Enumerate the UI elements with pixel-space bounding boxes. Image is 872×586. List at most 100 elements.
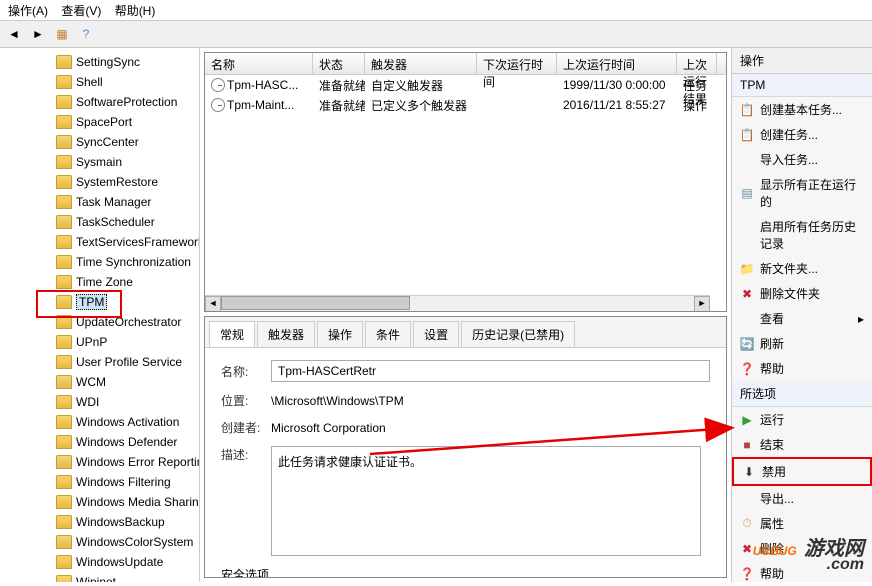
action-item[interactable]: 📋创建任务... xyxy=(732,122,872,147)
tree-item[interactable]: WindowsBackup xyxy=(0,512,199,532)
field-desc[interactable]: 此任务请求健康认证证书。 xyxy=(271,446,701,556)
nav-forward-icon[interactable]: ► xyxy=(28,24,48,44)
col-next[interactable]: 下次运行时间 xyxy=(477,53,557,74)
action-item[interactable]: 📁新文件夹... xyxy=(732,256,872,281)
col-last[interactable]: 上次运行时间 xyxy=(557,53,677,74)
tree-label: TPM xyxy=(76,294,107,310)
field-name[interactable] xyxy=(271,360,710,382)
nav-back-icon[interactable]: ◄ xyxy=(4,24,24,44)
tree-item[interactable]: WCM xyxy=(0,372,199,392)
tree-label: SoftwareProtection xyxy=(76,95,177,109)
action-item[interactable]: ✖删除 xyxy=(732,536,872,561)
col-status[interactable]: 状态 xyxy=(313,53,365,74)
tree-item[interactable]: Windows Defender xyxy=(0,432,199,452)
col-name[interactable]: 名称 xyxy=(205,53,313,74)
col-trigger[interactable]: 触发器 xyxy=(365,53,477,74)
tree-label: UPnP xyxy=(76,335,107,349)
tree-item[interactable]: Windows Media Sharing xyxy=(0,492,199,512)
tree-label: TaskScheduler xyxy=(76,215,155,229)
tree-item[interactable]: WindowsUpdate xyxy=(0,552,199,572)
tree-item[interactable]: Time Zone xyxy=(0,272,199,292)
task-detail: 常规触发器操作条件设置历史记录(已禁用) 名称: 位置: \Microsoft\… xyxy=(204,316,727,578)
action-item[interactable]: 📋创建基本任务... xyxy=(732,97,872,122)
tree-item[interactable]: TextServicesFramework xyxy=(0,232,199,252)
action-icon: ■ xyxy=(740,438,754,452)
tab[interactable]: 操作 xyxy=(317,321,363,347)
tree-item[interactable]: Time Synchronization xyxy=(0,252,199,272)
action-icon xyxy=(740,153,754,167)
tree-item[interactable]: SyncCenter xyxy=(0,132,199,152)
action-item[interactable]: ⏱属性 xyxy=(732,511,872,536)
action-label: 删除文件夹 xyxy=(760,285,820,302)
action-item[interactable]: 导出... xyxy=(732,486,872,511)
task-row[interactable]: Tpm-Maint...准备就绪已定义多个触发器2016/11/21 8:55:… xyxy=(205,95,726,115)
properties-icon[interactable]: ▦ xyxy=(52,24,72,44)
action-item[interactable]: ❓帮助 xyxy=(732,356,872,381)
tree-item[interactable]: SettingSync xyxy=(0,52,199,72)
tree-item[interactable]: User Profile Service xyxy=(0,352,199,372)
action-item[interactable]: 导入任务... xyxy=(732,147,872,172)
tab[interactable]: 条件 xyxy=(365,321,411,347)
task-row[interactable]: Tpm-HASC...准备就绪自定义触发器1999/11/30 0:00:00任… xyxy=(205,75,726,95)
tree-item[interactable]: Shell xyxy=(0,72,199,92)
scroll-right-icon[interactable]: ► xyxy=(694,296,710,312)
action-label: 显示所有正在运行的 xyxy=(760,176,864,210)
tree-label: Time Synchronization xyxy=(76,255,191,269)
tab[interactable]: 触发器 xyxy=(257,321,315,347)
tree-item[interactable]: WindowsColorSystem xyxy=(0,532,199,552)
tab[interactable]: 常规 xyxy=(209,321,255,347)
tab[interactable]: 历史记录(已禁用) xyxy=(461,321,575,347)
tree-item[interactable]: WDI xyxy=(0,392,199,412)
tab[interactable]: 设置 xyxy=(413,321,459,347)
folder-icon xyxy=(56,315,72,329)
folder-icon xyxy=(56,195,72,209)
tree-item[interactable]: TPM xyxy=(0,292,199,312)
action-icon: ⏱ xyxy=(740,517,754,531)
tree-item[interactable]: UPnP xyxy=(0,332,199,352)
help-icon[interactable]: ? xyxy=(76,24,96,44)
action-item[interactable]: ✖删除文件夹 xyxy=(732,281,872,306)
tree-label: User Profile Service xyxy=(76,355,182,369)
action-icon: ⬇ xyxy=(742,465,756,479)
tree-item[interactable]: SpacePort xyxy=(0,112,199,132)
action-item[interactable]: 🔄刷新 xyxy=(732,331,872,356)
menu-bar: 操作(A) 查看(V) 帮助(H) xyxy=(0,0,872,20)
tree-item[interactable]: Task Manager xyxy=(0,192,199,212)
scrollbar-horizontal[interactable]: ◄ ► xyxy=(205,295,710,311)
folder-icon xyxy=(56,415,72,429)
tree-label: Windows Error Reporting xyxy=(76,455,200,469)
menu-action[interactable]: 操作(A) xyxy=(8,4,48,18)
folder-tree[interactable]: SettingSyncShell SoftwareProtection SpaceP… xyxy=(0,48,200,582)
tree-item[interactable]: Windows Activation xyxy=(0,412,199,432)
tree-item[interactable]: Sysmain xyxy=(0,152,199,172)
folder-icon xyxy=(56,175,72,189)
action-item[interactable]: 查看▸ xyxy=(732,306,872,331)
action-item[interactable]: 启用所有任务历史记录 xyxy=(732,214,872,256)
tree-item[interactable]: Windows Filtering xyxy=(0,472,199,492)
menu-view[interactable]: 查看(V) xyxy=(61,4,101,18)
tree-item[interactable]: Wininet xyxy=(0,572,199,582)
action-item[interactable]: ▶运行 xyxy=(732,407,872,432)
tree-item[interactable]: UpdateOrchestrator xyxy=(0,312,199,332)
action-label: 查看 xyxy=(760,310,784,327)
task-list[interactable]: 名称 状态 触发器 下次运行时间 上次运行时间 上次运行结果 Tpm-HASC.… xyxy=(204,52,727,312)
action-item[interactable]: ❓帮助 xyxy=(732,561,872,586)
scroll-thumb[interactable] xyxy=(221,296,410,310)
tree-item[interactable]: SystemRestore xyxy=(0,172,199,192)
col-result[interactable]: 上次运行结果 xyxy=(677,53,717,74)
tree-item[interactable]: TaskScheduler xyxy=(0,212,199,232)
action-label: 新文件夹... xyxy=(760,260,818,277)
action-item[interactable]: ▤显示所有正在运行的 xyxy=(732,172,872,214)
menu-help[interactable]: 帮助(H) xyxy=(115,4,156,18)
folder-icon xyxy=(56,375,72,389)
folder-icon xyxy=(56,155,72,169)
action-label: 导出... xyxy=(760,490,794,507)
folder-icon xyxy=(56,255,72,269)
action-icon: ❓ xyxy=(740,362,754,376)
action-item[interactable]: ⬇禁用 xyxy=(732,457,872,486)
action-item[interactable]: ■结束 xyxy=(732,432,872,457)
tree-label: WCM xyxy=(76,375,106,389)
tree-item[interactable]: Windows Error Reporting xyxy=(0,452,199,472)
tree-item[interactable]: SoftwareProtection xyxy=(0,92,199,112)
scroll-left-icon[interactable]: ◄ xyxy=(205,296,221,312)
